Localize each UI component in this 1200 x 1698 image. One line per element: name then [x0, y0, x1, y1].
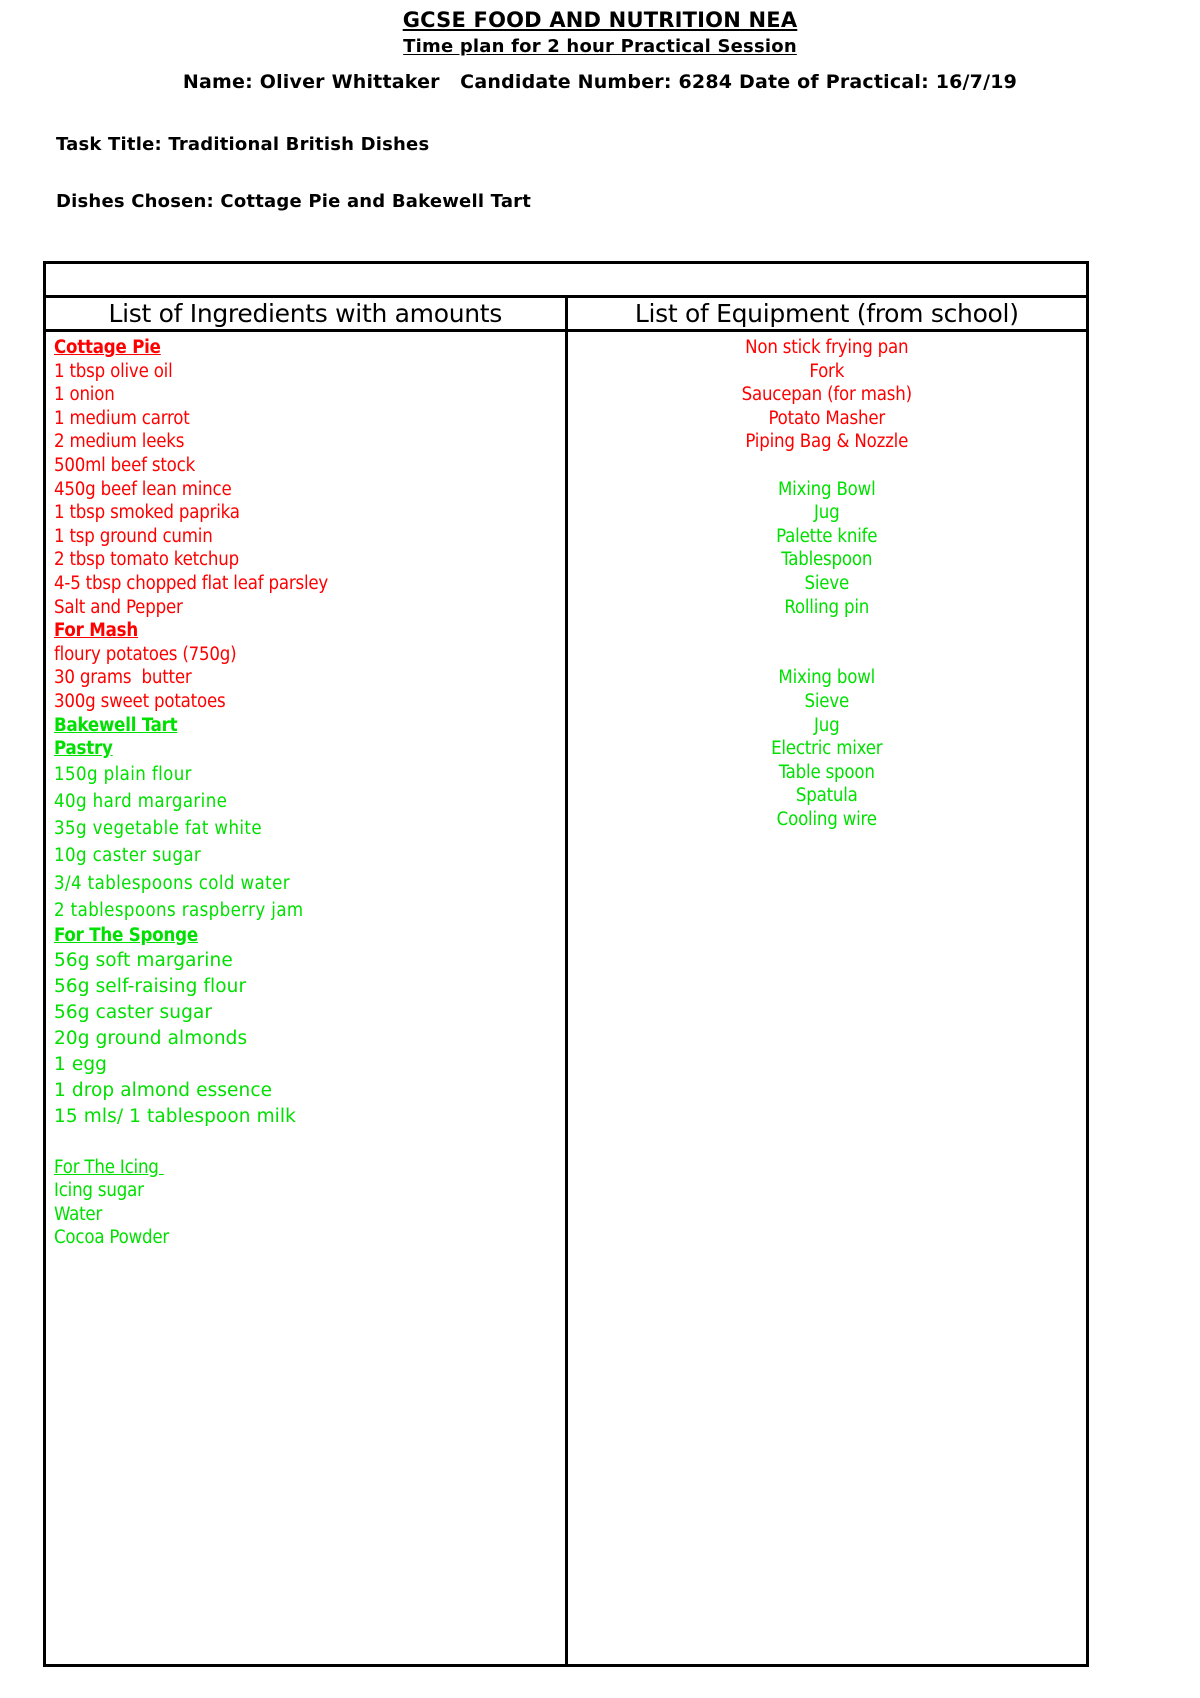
equipment-item: Non stick frying pan	[745, 337, 909, 358]
ingredient-item: 15 mls/ 1 tablespoon milk	[54, 1105, 296, 1127]
equipment-item: Cooling wire	[776, 808, 877, 830]
date-of-practical-label: Date of Practical:	[732, 71, 936, 93]
ingredients-equipment-table: List of Ingredients with amounts List of…	[43, 261, 1089, 1667]
ingredient-item: 10g caster sugar	[54, 845, 202, 867]
equipment-item: Electric mixer	[771, 738, 883, 760]
table-blank-cell	[43, 261, 1089, 298]
task-title-value: Traditional British Dishes	[168, 134, 430, 155]
equipment-list: Non stick frying pan Fork Saucepan (for ma…	[568, 332, 1087, 831]
dishes-chosen-line: Dishes Chosen: Cottage Pie and Bakewell …	[0, 157, 1200, 214]
document-page: GCSE FOOD AND NUTRITION NEA Time plan fo…	[0, 0, 1200, 1698]
ingredient-item: Bakewell Tart	[54, 714, 178, 736]
ingredients-header-cell: List of Ingredients with amounts	[43, 295, 568, 332]
equipment-spacer	[568, 454, 1087, 478]
ingredients-cell: Cottage Pie 1 tbsp olive oil 1 onion 1 medi…	[43, 329, 568, 1667]
task-title-line: Task Title: Traditional British Dishes	[0, 95, 1200, 157]
ingredient-item: 1 drop almond essence	[54, 1079, 273, 1101]
ingredient-item: 1 onion	[54, 384, 115, 406]
ingredient-item: Icing sugar	[54, 1180, 144, 1202]
ingredient-item: 1 egg	[54, 1053, 108, 1075]
date-of-practical-value: 16/7/19	[935, 71, 1018, 93]
ingredient-item: Pastry	[54, 738, 113, 760]
ingredient-item: 1 medium carrot	[54, 407, 190, 429]
ingredient-item: 40g hard margarine	[54, 790, 228, 812]
equipment-item: Table spoon	[778, 761, 875, 783]
dishes-chosen-label: Dishes Chosen:	[56, 191, 221, 212]
equipment-column-header: List of Equipment (from school)	[634, 299, 1019, 328]
ingredient-item: 56g self-raising flour	[54, 975, 247, 997]
dishes-chosen-value: Cottage Pie and Bakewell Tart	[220, 191, 532, 212]
ingredient-item: 500ml beef stock	[54, 454, 196, 476]
candidate-number-label: Candidate Number:	[439, 71, 679, 93]
ingredients-list: Cottage Pie 1 tbsp olive oil 1 onion 1 medi…	[46, 332, 565, 1250]
document-title-primary: GCSE FOOD AND NUTRITION NEA	[0, 0, 1200, 33]
ingredient-item: 30 grams butter	[54, 667, 192, 689]
ingredient-item: 1 tbsp smoked paprika	[54, 502, 240, 524]
document-title-primary-text: GCSE FOOD AND NUTRITION NEA	[402, 8, 798, 32]
ingredient-item: 150g plain flour	[54, 763, 192, 785]
ingredient-item: 2 medium leeks	[54, 431, 185, 453]
ingredient-item: For The Icing	[54, 1156, 164, 1178]
ingredients-column-header: List of Ingredients with amounts	[108, 299, 503, 328]
ingredient-item: 4-5 tbsp chopped flat leaf parsley	[54, 572, 329, 594]
equipment-item: Mixing bowl	[778, 667, 876, 689]
equipment-header-cell: List of Equipment (from school)	[564, 295, 1089, 332]
ingredient-item: 2 tbsp tomato ketchup	[54, 549, 239, 571]
equipment-item: Jug	[814, 502, 840, 524]
ingredient-item: For The Sponge	[54, 924, 198, 946]
ingredient-item: 1 tbsp olive oil	[54, 360, 173, 382]
equipment-item: Spatula	[795, 785, 858, 807]
equipment-spacer	[568, 619, 1087, 643]
ingredient-item: 56g soft margarine	[54, 949, 233, 971]
candidate-number-value: 6284	[678, 71, 733, 93]
ingredient-item: 20g ground almonds	[54, 1027, 248, 1049]
ingredient-item: floury potatoes (750g)	[54, 643, 237, 665]
ingredient-item: For Mash	[54, 620, 139, 642]
document-title-secondary: Time plan for 2 hour Practical Session	[0, 33, 1200, 59]
ingredient-item: 1 tsp ground cumin	[54, 525, 213, 547]
ingredient-item: Salt and Pepper	[54, 596, 183, 618]
equipment-item: Saucepan (for mash)	[741, 384, 913, 406]
candidate-details-line: Name: Oliver Whittaker Candidate Number:…	[0, 59, 1200, 95]
task-title-label: Task Title:	[56, 134, 169, 155]
equipment-item: Palette knife	[776, 525, 878, 547]
equipment-item: Tablespoon	[781, 549, 873, 571]
equipment-item: Potato Masher	[768, 407, 886, 429]
ingredient-item: 450g beef lean mince	[54, 478, 232, 500]
equipment-item: Jug	[814, 714, 840, 736]
equipment-item: Sieve	[804, 572, 850, 594]
equipment-item: Fork	[809, 360, 845, 382]
ingredient-spacer	[54, 1130, 565, 1156]
table-body-row: Cottage Pie 1 tbsp olive oil 1 onion 1 medi…	[43, 329, 1089, 1667]
ingredients-equipment-table-wrapper: List of Ingredients with amounts List of…	[43, 261, 1089, 1667]
ingredient-item: 3/4 tablespoons cold water	[54, 872, 290, 894]
equipment-spacer	[568, 643, 1087, 667]
equipment-cell: Non stick frying pan Fork Saucepan (for ma…	[564, 329, 1089, 1667]
ingredient-item: 56g caster sugar	[54, 1001, 213, 1023]
ingredient-item: 300g sweet potatoes	[54, 690, 226, 712]
ingredient-item: Water	[54, 1203, 103, 1225]
name-label: Name:	[182, 71, 260, 93]
ingredient-item: 2 tablespoons raspberry jam	[54, 899, 304, 921]
document-title-secondary-text: Time plan for 2 hour Practical Session	[403, 36, 797, 57]
name-value: Oliver Whittaker	[259, 71, 440, 93]
ingredient-item: Cottage Pie	[54, 337, 161, 358]
equipment-item: Sieve	[804, 690, 850, 712]
table-header-row: List of Ingredients with amounts List of…	[43, 295, 1089, 332]
ingredient-item: Cocoa Powder	[54, 1227, 170, 1249]
equipment-item: Mixing Bowl	[778, 478, 876, 500]
table-blank-row	[43, 261, 1089, 298]
ingredient-item: 35g vegetable fat white	[54, 818, 262, 840]
equipment-item: Rolling pin	[784, 596, 870, 618]
equipment-item: Piping Bag & Nozzle	[745, 431, 909, 453]
